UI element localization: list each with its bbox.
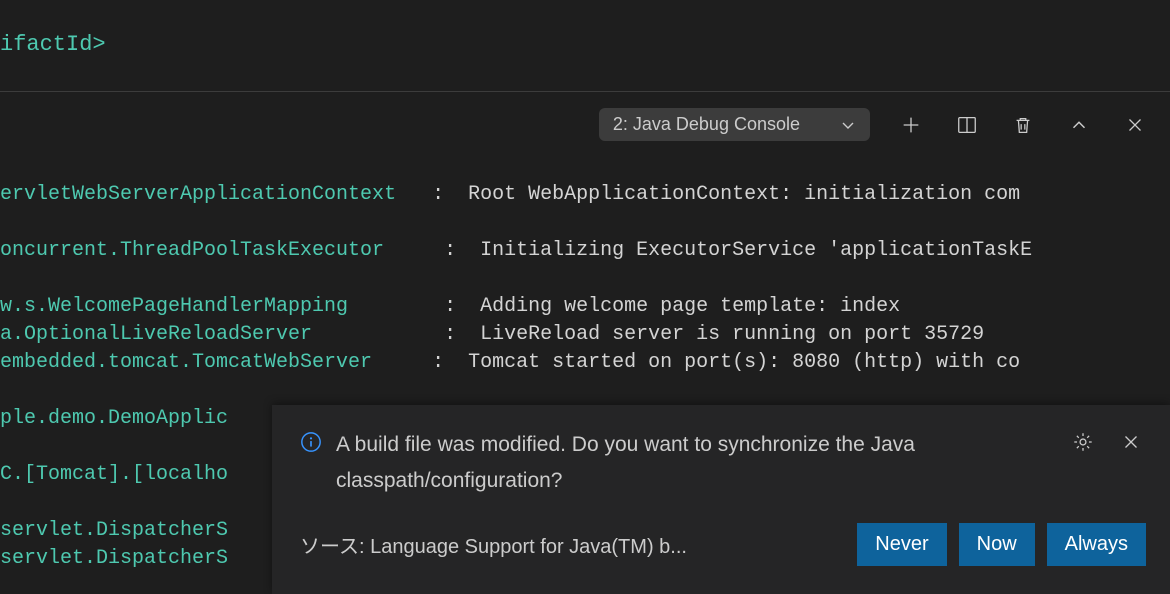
info-icon — [300, 431, 322, 453]
log-message: Root WebApplicationContext: initializati… — [468, 181, 1020, 209]
logger-name: embedded.tomcat.TomcatWebServer — [0, 349, 372, 377]
log-separator: : — [372, 349, 468, 377]
logger-name: w.s.WelcomePageHandlerMapping — [0, 293, 348, 321]
always-button[interactable]: Always — [1047, 523, 1146, 566]
log-line: w.s.WelcomePageHandlerMapping : Adding w… — [0, 293, 1170, 321]
logger-name: servlet.DispatcherS — [0, 517, 228, 545]
log-line: embedded.tomcat.TomcatWebServer : Tomcat… — [0, 349, 1170, 377]
chevron-up-icon — [1068, 114, 1090, 136]
log-message: LiveReload server is running on port 357… — [480, 321, 984, 349]
logger-name: oncurrent.ThreadPoolTaskExecutor — [0, 237, 384, 265]
editor-area: ifactId> — [0, 0, 1170, 92]
logger-name: C.[Tomcat].[localho — [0, 461, 228, 489]
log-message: Initializing ExecutorService 'applicatio… — [480, 237, 1032, 265]
terminal-selector-label: 2: Java Debug Console — [613, 114, 800, 135]
log-message: Tomcat started on port(s): 8080 (http) w… — [468, 349, 1020, 377]
close-panel-button[interactable] — [1120, 110, 1150, 140]
xml-tag-fragment: ifactId> — [0, 32, 106, 57]
gear-icon — [1072, 431, 1094, 453]
terminal-selector[interactable]: 2: Java Debug Console — [599, 108, 870, 141]
code-line: ifactId> — [0, 30, 1170, 60]
logger-name: a.OptionalLiveReloadServer — [0, 321, 312, 349]
notification-settings-button[interactable] — [1068, 427, 1098, 457]
trash-icon — [1012, 114, 1034, 136]
close-icon — [1124, 114, 1146, 136]
log-separator: : — [312, 321, 480, 349]
log-separator: : — [396, 181, 468, 209]
now-button[interactable]: Now — [959, 523, 1035, 566]
log-line: ervletWebServerApplicationContext : Root… — [0, 181, 1170, 209]
chevron-down-icon — [840, 117, 856, 133]
notification-message: A build file was modified. Do you want t… — [336, 427, 1054, 499]
kill-terminal-button[interactable] — [1008, 110, 1038, 140]
log-line: oncurrent.ThreadPoolTaskExecutor : Initi… — [0, 237, 1170, 265]
logger-name: servlet.DispatcherS — [0, 545, 228, 573]
notification-source: ソース: Language Support for Java(TM) b... — [300, 530, 687, 559]
never-button[interactable]: Never — [857, 523, 946, 566]
log-separator: : — [348, 293, 480, 321]
notification-toast: A build file was modified. Do you want t… — [272, 405, 1170, 594]
maximize-panel-button[interactable] — [1064, 110, 1094, 140]
log-separator: : — [384, 237, 480, 265]
logger-name: ervletWebServerApplicationContext — [0, 181, 396, 209]
terminal-panel-header: 2: Java Debug Console — [0, 92, 1170, 153]
notification-close-button[interactable] — [1116, 427, 1146, 457]
split-icon — [956, 114, 978, 136]
close-icon — [1120, 431, 1142, 453]
plus-icon — [900, 114, 922, 136]
log-message: Adding welcome page template: index — [480, 293, 900, 321]
log-line: a.OptionalLiveReloadServer : LiveReload … — [0, 321, 1170, 349]
logger-name: ple.demo.DemoApplic — [0, 405, 228, 433]
split-terminal-button[interactable] — [952, 110, 982, 140]
new-terminal-button[interactable] — [896, 110, 926, 140]
